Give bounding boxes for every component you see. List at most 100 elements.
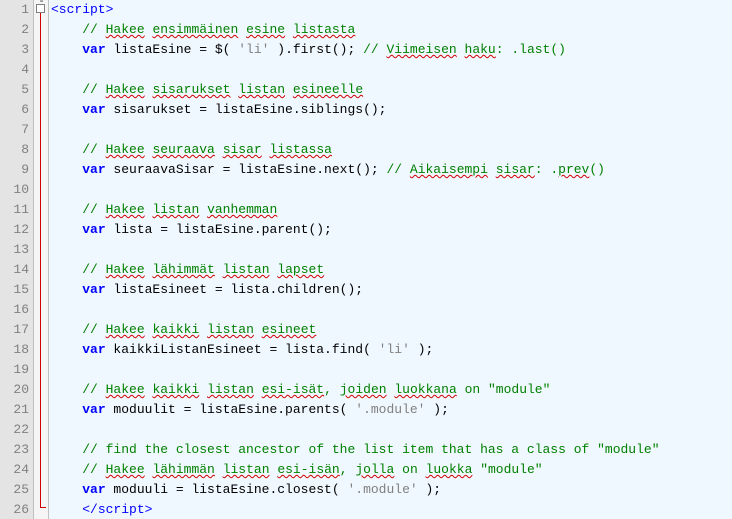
code-token: //	[386, 162, 409, 177]
code-line[interactable]	[51, 360, 732, 380]
code-token: //	[82, 202, 105, 217]
code-line[interactable]: // Hakee listan vanhemman	[51, 200, 732, 220]
code-token: lähimmän	[152, 462, 214, 477]
code-token	[51, 402, 82, 417]
code-token: on "module"	[457, 382, 551, 397]
code-token: //	[82, 262, 105, 277]
code-token: jolla	[355, 462, 394, 477]
line-number: 15	[0, 280, 29, 300]
code-line[interactable]: var lista = listaEsine.parent();	[51, 220, 732, 240]
code-token: listan	[223, 262, 270, 277]
code-token: //	[82, 382, 105, 397]
line-number: 25	[0, 480, 29, 500]
code-line[interactable]: var listaEsineet = lista.children();	[51, 280, 732, 300]
code-token: sisarukset = listaEsine.siblings();	[106, 102, 387, 117]
code-token: ()	[589, 162, 605, 177]
code-line[interactable]: // find the closest ancestor of the list…	[51, 440, 732, 460]
code-line[interactable]	[51, 300, 732, 320]
line-number: 10	[0, 180, 29, 200]
code-token	[285, 22, 293, 37]
code-line[interactable]: <script>	[51, 0, 732, 20]
line-number: 24	[0, 460, 29, 480]
code-line[interactable]: // Hakee kaikki listan esineet	[51, 320, 732, 340]
code-token	[488, 162, 496, 177]
code-token: Viimeisen	[387, 42, 457, 57]
code-line[interactable]	[51, 120, 732, 140]
code-line[interactable]	[51, 60, 732, 80]
code-line[interactable]: // Hakee lähimmät listan lapset	[51, 260, 732, 280]
code-line[interactable]: var seuraavaSisar = listaEsine.next(); /…	[51, 160, 732, 180]
code-line[interactable]: // Hakee lähimmän listan esi-isän, jolla…	[51, 460, 732, 480]
code-line[interactable]	[51, 240, 732, 260]
fold-end-icon	[40, 507, 46, 508]
code-token	[51, 342, 82, 357]
code-token: var	[82, 222, 105, 237]
code-token: ensimmäinen	[152, 22, 238, 37]
code-token: Hakee	[106, 82, 145, 97]
code-token: Hakee	[106, 262, 145, 277]
code-token: Hakee	[106, 382, 145, 397]
code-line[interactable]	[51, 180, 732, 200]
line-number: 8	[0, 140, 29, 160]
code-line[interactable]: var moduulit = listaEsine.parents( '.mod…	[51, 400, 732, 420]
code-token: );	[425, 402, 448, 417]
code-token: lapset	[277, 262, 324, 277]
code-line[interactable]: // Hakee kaikki listan esi-isät, joiden …	[51, 380, 732, 400]
code-token	[215, 462, 223, 477]
code-token	[51, 82, 82, 97]
line-number: 6	[0, 100, 29, 120]
code-token	[215, 142, 223, 157]
code-token: luokka	[426, 462, 473, 477]
code-token: sisar	[223, 142, 262, 157]
code-line[interactable]: var listaEsine = $( 'li' ).first(); // V…	[51, 40, 732, 60]
code-line[interactable]: // Hakee seuraava sisar listassa	[51, 140, 732, 160]
code-line[interactable]: // Hakee ensimmäinen esine listasta	[51, 20, 732, 40]
line-number: 19	[0, 360, 29, 380]
line-number: 23	[0, 440, 29, 460]
code-token: Hakee	[106, 142, 145, 157]
code-line[interactable]	[51, 420, 732, 440]
line-number: 18	[0, 340, 29, 360]
code-token: Aikaisempi	[410, 162, 488, 177]
code-token: esi-isän	[277, 462, 339, 477]
code-token	[254, 322, 262, 337]
code-token: listasta	[293, 22, 355, 37]
code-token: listassa	[270, 142, 332, 157]
code-token	[51, 462, 82, 477]
code-token: : .	[535, 162, 558, 177]
line-number: 26	[0, 500, 29, 519]
code-token: sisarukset	[152, 82, 230, 97]
code-line[interactable]: var sisarukset = listaEsine.siblings();	[51, 100, 732, 120]
code-token	[262, 142, 270, 157]
code-token: //	[82, 462, 105, 477]
code-token: esineet	[262, 322, 317, 337]
code-line[interactable]: var moduuli = listaEsine.closest( '.modu…	[51, 480, 732, 500]
code-token: '.module'	[355, 402, 425, 417]
code-token: Hakee	[106, 322, 145, 337]
code-token	[254, 382, 262, 397]
code-area[interactable]: <script> // Hakee ensimmäinen esine list…	[49, 0, 732, 519]
fold-column[interactable]	[34, 0, 49, 519]
code-token: Hakee	[106, 462, 145, 477]
code-line[interactable]: // Hakee sisarukset listan esineelle	[51, 80, 732, 100]
line-number: 9	[0, 160, 29, 180]
code-token: on	[394, 462, 425, 477]
code-token: listan	[223, 462, 270, 477]
code-token: Hakee	[106, 22, 145, 37]
code-line[interactable]: var kaikkiListanEsineet = lista.find( 'l…	[51, 340, 732, 360]
line-number: 16	[0, 300, 29, 320]
code-token: lähimmät	[152, 262, 214, 277]
code-token	[51, 502, 82, 517]
code-token: kaikki	[152, 322, 199, 337]
line-number: 11	[0, 200, 29, 220]
code-token: esi-isät	[262, 382, 324, 397]
code-token: var	[82, 282, 105, 297]
code-token: //	[82, 82, 105, 97]
code-token	[215, 262, 223, 277]
code-token	[51, 322, 82, 337]
fold-minus-icon[interactable]	[40, 9, 41, 507]
line-number: 21	[0, 400, 29, 420]
code-token: prev	[558, 162, 589, 177]
code-line[interactable]: </script>	[51, 500, 732, 519]
code-token: );	[410, 342, 433, 357]
